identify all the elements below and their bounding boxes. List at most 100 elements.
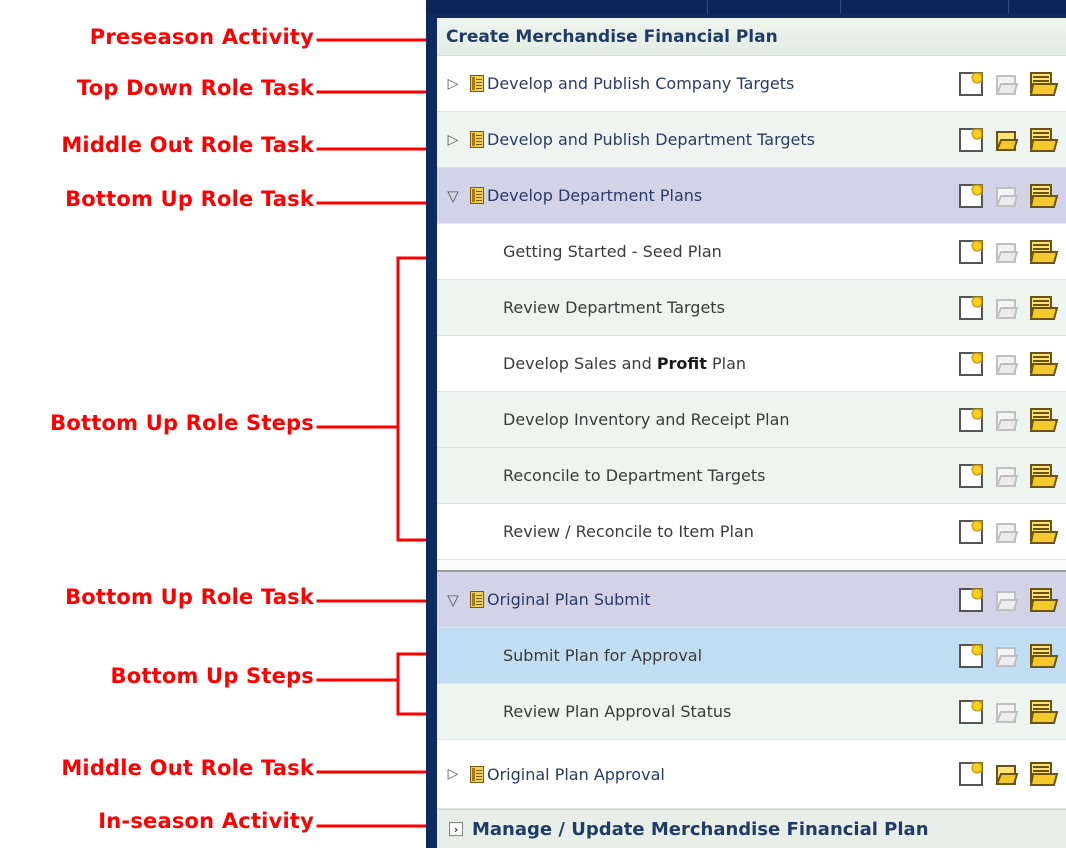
- open-recent-icon[interactable]: [1029, 699, 1059, 724]
- task-panel: Create Merchandise Financial Plan ▷ Deve…: [437, 18, 1066, 848]
- new-document-icon[interactable]: [959, 762, 983, 786]
- step-label-prefix: Develop Sales and: [503, 354, 657, 373]
- open-recent-icon[interactable]: [1029, 183, 1059, 208]
- step-row-review-approval-status[interactable]: Review Plan Approval Status: [437, 684, 1066, 740]
- step-actions: [959, 643, 1061, 669]
- task-book-icon: [470, 131, 484, 148]
- step-actions: [959, 699, 1061, 725]
- frame-divider: [1008, 0, 1009, 14]
- task-row-original-plan-approval[interactable]: ▷ Original Plan Approval: [437, 740, 1066, 809]
- step-actions: [959, 519, 1061, 545]
- open-icon[interactable]: [995, 702, 1019, 723]
- new-document-icon[interactable]: [959, 295, 983, 320]
- next-activity-title: Manage / Update Merchandise Financial Pl…: [472, 818, 929, 840]
- open-recent-icon[interactable]: [1029, 762, 1059, 786]
- open-recent-icon[interactable]: [1029, 643, 1059, 668]
- task-action-icons: [959, 587, 1059, 612]
- frame-top-stripe: [426, 0, 1066, 14]
- task-action-icons: [959, 127, 1059, 152]
- step-row-review-department-targets[interactable]: Review Department Targets: [437, 280, 1066, 336]
- open-icon[interactable]: [995, 130, 1019, 151]
- activity-header-manage-plan[interactable]: › Manage / Update Merchandise Financial …: [437, 809, 1066, 848]
- step-label: Submit Plan for Approval: [503, 646, 703, 665]
- expand-triangle-icon[interactable]: ▷: [443, 766, 463, 782]
- open-icon[interactable]: [995, 646, 1019, 667]
- open-recent-icon[interactable]: [1029, 351, 1059, 376]
- task-actions: [959, 71, 1061, 97]
- open-recent-icon[interactable]: [1029, 295, 1059, 320]
- step-row-inventory-receipt-plan[interactable]: Develop Inventory and Receipt Plan: [437, 392, 1066, 448]
- new-document-icon[interactable]: [959, 239, 983, 264]
- open-recent-icon[interactable]: [1029, 127, 1059, 152]
- open-recent-icon[interactable]: [1029, 239, 1059, 264]
- open-icon[interactable]: [995, 242, 1019, 263]
- task-actions: [959, 761, 1061, 787]
- new-document-icon[interactable]: [959, 643, 983, 668]
- task-row-company-targets[interactable]: ▷ Develop and Publish Company Targets: [437, 56, 1066, 112]
- new-document-icon[interactable]: [959, 699, 983, 724]
- task-label: Develop Department Plans: [487, 186, 703, 205]
- open-icon[interactable]: [995, 765, 1019, 785]
- open-recent-icon[interactable]: [1029, 519, 1059, 544]
- task-label: Develop and Publish Company Targets: [487, 74, 795, 93]
- task-label: Original Plan Approval: [487, 764, 665, 784]
- open-icon[interactable]: [995, 590, 1019, 611]
- expand-triangle-icon[interactable]: ▷: [443, 132, 463, 148]
- frame-divider: [707, 0, 708, 14]
- open-icon[interactable]: [995, 74, 1019, 95]
- task-book-icon: [470, 75, 484, 92]
- screenshot-canvas: Preseason Activity Top Down Role Task Mi…: [0, 0, 1066, 848]
- frame-divider: [840, 0, 841, 14]
- task-action-icons: [959, 762, 1059, 786]
- step-action-icons: [959, 519, 1059, 544]
- step-actions: [959, 351, 1061, 377]
- step-action-icons: [959, 407, 1059, 432]
- step-action-icons: [959, 463, 1059, 488]
- step-row-reconcile-item-plan[interactable]: Review / Reconcile to Item Plan: [437, 504, 1066, 560]
- open-recent-icon[interactable]: [1029, 587, 1059, 612]
- step-row-sales-profit-plan[interactable]: Develop Sales and Profit Plan: [437, 336, 1066, 392]
- step-actions: [959, 407, 1061, 433]
- activity-header-create-plan[interactable]: Create Merchandise Financial Plan: [437, 18, 1066, 56]
- open-recent-icon[interactable]: [1029, 71, 1059, 96]
- activity-title: Create Merchandise Financial Plan: [446, 26, 778, 47]
- step-label: Review Plan Approval Status: [503, 702, 732, 721]
- task-row-original-plan-submit[interactable]: ▽ Original Plan Submit: [437, 570, 1066, 628]
- open-icon[interactable]: [995, 410, 1019, 431]
- task-actions: [959, 587, 1061, 613]
- step-action-icons: [959, 295, 1059, 320]
- step-label-suffix: Plan: [706, 354, 747, 373]
- new-document-icon[interactable]: [959, 183, 983, 208]
- new-document-icon[interactable]: [959, 127, 983, 152]
- collapse-triangle-icon[interactable]: ▽: [443, 591, 463, 609]
- expand-box-icon[interactable]: ›: [449, 822, 463, 836]
- task-row-department-plans[interactable]: ▽ Develop Department Plans: [437, 168, 1066, 224]
- open-icon[interactable]: [995, 354, 1019, 375]
- task-label: Original Plan Submit: [487, 590, 651, 609]
- step-row-seed-plan[interactable]: Getting Started - Seed Plan: [437, 224, 1066, 280]
- task-book-icon: [470, 187, 484, 204]
- new-document-icon[interactable]: [959, 351, 983, 376]
- collapse-triangle-icon[interactable]: ▽: [443, 187, 463, 205]
- open-icon[interactable]: [995, 522, 1019, 543]
- task-row-department-targets[interactable]: ▷ Develop and Publish Department Targets: [437, 112, 1066, 168]
- step-label: Review / Reconcile to Item Plan: [503, 522, 754, 541]
- task-action-icons: [959, 71, 1059, 96]
- step-row-submit-plan[interactable]: Submit Plan for Approval: [437, 628, 1066, 684]
- new-document-icon[interactable]: [959, 463, 983, 488]
- task-book-icon: [470, 765, 484, 783]
- step-actions: [959, 295, 1061, 321]
- open-icon[interactable]: [995, 298, 1019, 319]
- open-icon[interactable]: [995, 466, 1019, 487]
- step-action-icons: [959, 699, 1059, 724]
- new-document-icon[interactable]: [959, 587, 983, 612]
- step-row-reconcile-department-targets[interactable]: Reconcile to Department Targets: [437, 448, 1066, 504]
- step-label-bold: Profit: [656, 354, 707, 373]
- new-document-icon[interactable]: [959, 71, 983, 96]
- expand-triangle-icon[interactable]: ▷: [443, 76, 463, 92]
- new-document-icon[interactable]: [959, 407, 983, 432]
- open-recent-icon[interactable]: [1029, 407, 1059, 432]
- open-recent-icon[interactable]: [1029, 463, 1059, 488]
- new-document-icon[interactable]: [959, 519, 983, 544]
- open-icon[interactable]: [995, 186, 1019, 207]
